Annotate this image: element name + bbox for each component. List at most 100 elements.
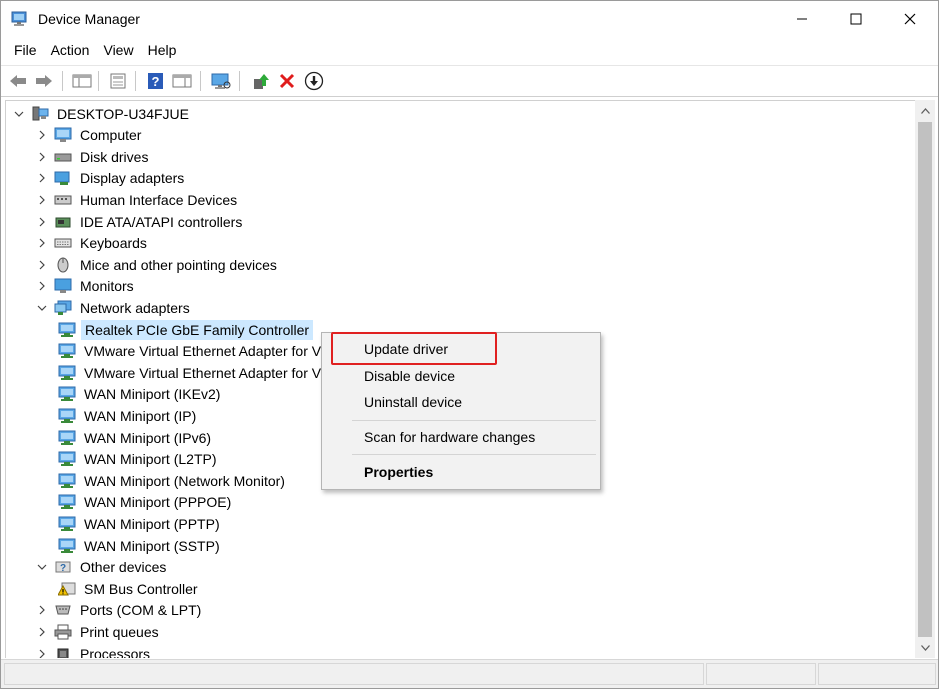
network-adapter-icon (58, 365, 76, 381)
chevron-right-icon[interactable] (36, 172, 48, 184)
toolbar-separator (135, 71, 136, 91)
network-adapter-icon (58, 538, 76, 554)
warning-device-icon (58, 581, 76, 597)
show-hide-console-tree-button[interactable] (71, 70, 93, 92)
svg-text:?: ? (152, 74, 160, 89)
chevron-down-icon[interactable] (36, 561, 48, 573)
tree-device[interactable]: WAN Miniport (PPTP) (58, 513, 223, 534)
tree-category[interactable]: Monitors (36, 276, 137, 297)
tree-category[interactable]: Mice and other pointing devices (36, 254, 280, 275)
toolbar-separator (239, 71, 240, 91)
tree-item-label: Print queues (80, 623, 159, 640)
tree-category[interactable]: ? Other devices (36, 557, 169, 578)
tree-item-label: Display adapters (80, 170, 185, 187)
tree-device[interactable]: VMware Virtual Ethernet Adapter for VMne… (58, 362, 363, 383)
update-driver-button[interactable] (250, 70, 272, 92)
tree-category[interactable]: Print queues (36, 621, 162, 642)
chevron-right-icon[interactable] (36, 151, 48, 163)
scroll-up-button[interactable] (915, 102, 935, 119)
context-menu-disable-device[interactable]: Disable device (322, 363, 600, 389)
monitor-scan-icon (211, 73, 231, 89)
tree-category[interactable]: Ports (COM & LPT) (36, 600, 204, 621)
forward-button[interactable] (33, 70, 55, 92)
menu-help[interactable]: Help (141, 39, 184, 63)
tree-item-label: Keyboards (80, 235, 147, 252)
chevron-right-icon[interactable] (36, 216, 48, 228)
maximize-button[interactable] (833, 1, 879, 37)
tree-item-label: Mice and other pointing devices (80, 256, 277, 273)
chevron-right-icon[interactable] (36, 626, 48, 638)
context-menu-scan-hardware[interactable]: Scan for hardware changes (322, 424, 600, 450)
scroll-down-button[interactable] (915, 639, 935, 656)
chevron-right-icon[interactable] (36, 129, 48, 141)
tree-device[interactable]: WAN Miniport (IPv6) (58, 427, 214, 448)
network-adapter-icon (58, 473, 76, 489)
tree-category[interactable]: Keyboards (36, 233, 150, 254)
toolbar-separator (200, 71, 201, 91)
tree-root-label: DESKTOP-U34FJUE (57, 105, 189, 122)
context-menu-uninstall-device[interactable]: Uninstall device (322, 389, 600, 415)
tree-item-label: Computer (80, 127, 142, 144)
menu-action[interactable]: Action (44, 39, 97, 63)
tree-category[interactable]: Computer (36, 125, 144, 146)
tree-item-label: WAN Miniport (PPTP) (84, 515, 220, 532)
display-adapter-icon (54, 170, 72, 186)
tree-device[interactable]: WAN Miniport (PPPOE) (58, 492, 234, 513)
chevron-right-icon[interactable] (36, 648, 48, 659)
context-menu-properties[interactable]: Properties (322, 459, 600, 485)
chevron-right-icon[interactable] (36, 194, 48, 206)
tree-category[interactable]: Disk drives (36, 146, 151, 167)
chevron-right-icon[interactable] (36, 280, 48, 292)
minimize-button[interactable] (779, 1, 825, 37)
action-pane-button[interactable] (171, 70, 193, 92)
computer-icon (54, 127, 72, 143)
scroll-down-icon (920, 644, 930, 651)
update-driver-label: Update driver (364, 341, 449, 357)
toolbar-separator (62, 71, 63, 91)
tree-device[interactable]: Realtek PCIe GbE Family Controller (58, 319, 314, 340)
maximize-icon (850, 13, 862, 25)
tree-item-label: Realtek PCIe GbE Family Controller (81, 319, 314, 340)
tree-item-label: WAN Miniport (SSTP) (84, 537, 220, 554)
chevron-right-icon[interactable] (36, 237, 48, 249)
window-title: Device Manager (38, 11, 140, 27)
network-adapter-icon (58, 430, 76, 446)
menu-view[interactable]: View (96, 39, 140, 63)
chevron-down-icon[interactable] (13, 108, 25, 120)
disable-device-button[interactable] (303, 70, 325, 92)
keyboard-icon (54, 235, 72, 251)
close-icon (904, 13, 916, 25)
chevron-right-icon[interactable] (36, 259, 48, 271)
chevron-down-icon[interactable] (36, 302, 48, 314)
help-button[interactable]: ? (145, 70, 167, 92)
uninstall-device-button[interactable] (276, 70, 298, 92)
tree-category[interactable]: Display adapters (36, 168, 187, 189)
menu-file[interactable]: File (1, 39, 44, 63)
tree-category[interactable]: IDE ATA/ATAPI controllers (36, 211, 245, 232)
tree-device[interactable]: SM Bus Controller (58, 578, 201, 599)
tree-device[interactable]: WAN Miniport (SSTP) (58, 535, 223, 556)
uninstall-device-label: Uninstall device (364, 394, 463, 410)
tree-device[interactable]: WAN Miniport (IKEv2) (58, 384, 223, 405)
update-driver-icon (254, 74, 269, 89)
vertical-scrollbar[interactable] (915, 100, 935, 658)
close-button[interactable] (887, 1, 933, 37)
tree-device[interactable]: VMware Virtual Ethernet Adapter for VMne… (58, 341, 363, 362)
context-menu: Update driver Disable device Uninstall d… (321, 332, 601, 490)
back-button[interactable] (7, 70, 29, 92)
tree-device[interactable]: WAN Miniport (IP) (58, 405, 199, 426)
tree-category[interactable]: Network adapters (36, 297, 193, 318)
context-menu-update-driver[interactable]: Update driver (322, 336, 600, 362)
tree-device[interactable]: WAN Miniport (Network Monitor) (58, 470, 288, 491)
tree-category[interactable]: Human Interface Devices (36, 189, 240, 210)
chevron-right-icon[interactable] (36, 604, 48, 616)
scan-hardware-button[interactable] (210, 70, 232, 92)
toolbar: ? (1, 65, 938, 97)
tree-category[interactable]: Processors (36, 643, 153, 658)
device-manager-window: Device Manager File Action View Help ? D… (0, 0, 939, 689)
tree-item-label: Human Interface Devices (80, 191, 238, 208)
scrollbar-thumb[interactable] (918, 122, 932, 637)
tree-root[interactable]: DESKTOP-U34FJUE (13, 103, 192, 124)
properties-button[interactable] (107, 70, 129, 92)
tree-device[interactable]: WAN Miniport (L2TP) (58, 449, 220, 470)
